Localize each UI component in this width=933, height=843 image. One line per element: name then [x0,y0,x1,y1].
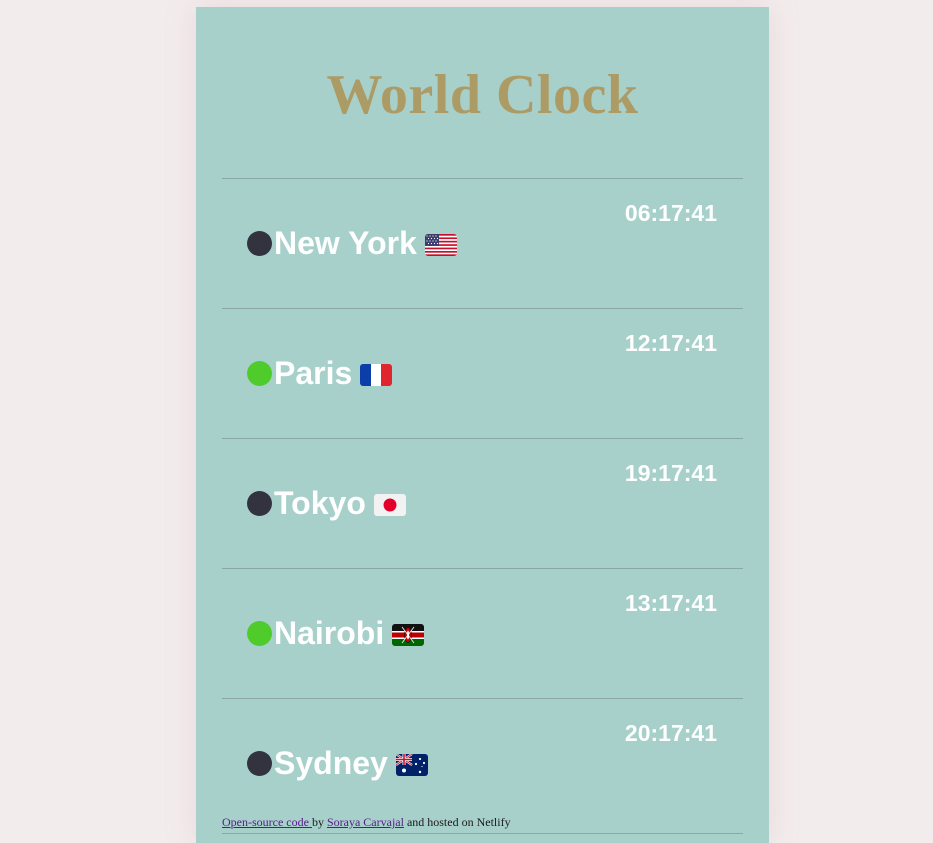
city-name: New York [274,224,457,262]
city-name: Nairobi [274,614,425,652]
author-link[interactable]: Soraya Carvajal [327,815,404,829]
status-indicator-icon [247,491,272,516]
footer-by-text: by [311,815,327,829]
city-time: 20:17:41 [624,720,717,746]
city-row-new-york: New York 06:17:41 [222,178,743,308]
status-indicator-icon [247,231,272,256]
city-name: Paris [274,354,393,392]
footer-hosted-text: and hosted on Netlify [403,815,511,829]
world-clock-card: World Clock New York 06:17:41 Paris 12:1… [196,7,769,843]
city-row-sydney: Sydney 20:17:41 [222,698,743,828]
japan-flag-icon [373,494,406,516]
city-row-nairobi: Nairobi 13:17:41 [222,568,743,698]
city-list: New York 06:17:41 Paris 12:17:41 Tokyo 1… [222,178,743,828]
status-indicator-icon [247,621,272,646]
open-source-code-link[interactable]: Open-source code [222,815,312,829]
city-name: Sydney [274,744,428,782]
status-indicator-icon [247,751,272,776]
city-name: Tokyo [274,484,406,522]
footer: Open-source code by Soraya Carvajal and … [222,814,743,834]
city-row-tokyo: Tokyo 19:17:41 [222,438,743,568]
kenya-flag-icon [392,624,425,646]
city-row-paris: Paris 12:17:41 [222,308,743,438]
city-time: 12:17:41 [624,330,717,356]
city-time: 19:17:41 [624,460,717,486]
status-indicator-icon [247,361,272,386]
australia-flag-icon [395,754,428,776]
page-title: World Clock [326,64,639,126]
france-flag-icon [360,364,393,386]
us-flag-icon [424,234,457,256]
city-time: 06:17:41 [624,200,717,226]
city-time: 13:17:41 [624,590,717,616]
